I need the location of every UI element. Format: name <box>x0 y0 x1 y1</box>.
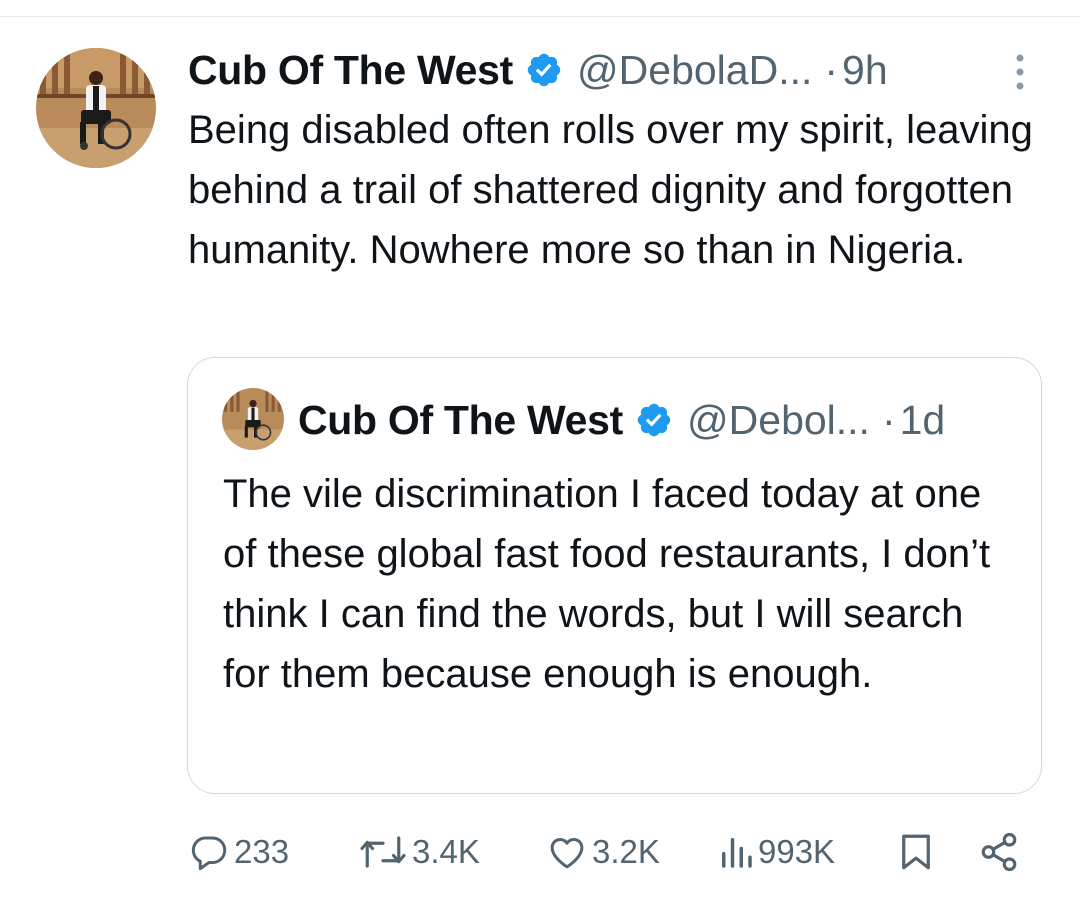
tweet[interactable]: Cub Of The West @DebolaD... · 9h Being d… <box>0 0 1080 900</box>
reply-icon <box>191 836 227 871</box>
like-button[interactable]: 3.2K <box>546 822 660 882</box>
repost-icon <box>360 836 406 868</box>
action-bar: 233 3.4K 3.2K 993K <box>188 822 1038 882</box>
like-icon <box>550 838 584 869</box>
quoted-tweet[interactable]: Cub Of The West @Debol... · 1d The vile … <box>187 357 1042 794</box>
repost-button[interactable]: 3.4K <box>358 822 480 882</box>
verified-badge-icon <box>637 403 671 437</box>
separator-dot: · <box>881 396 896 443</box>
quoted-tweet-time: 1d <box>899 396 946 443</box>
more-vertical-icon[interactable] <box>1010 52 1030 92</box>
tweet-time[interactable]: 9h <box>842 47 888 94</box>
quoted-author-name: Cub Of The West <box>298 396 624 443</box>
share-icon <box>981 832 1017 872</box>
author-name[interactable]: Cub Of The West <box>188 47 513 94</box>
share-button[interactable] <box>978 822 1020 882</box>
views-button[interactable]: 993K <box>718 822 835 882</box>
tweet-header: Cub Of The West @DebolaD... · 9h <box>188 42 1020 98</box>
quoted-tweet-header: Cub Of The West @Debol... · 1d <box>298 390 1011 450</box>
reply-button[interactable]: 233 <box>188 822 289 882</box>
reply-count: 233 <box>234 833 290 870</box>
quoted-author-avatar <box>222 388 284 450</box>
like-count: 3.2K <box>592 833 660 870</box>
author-handle[interactable]: @DebolaD... <box>577 47 812 94</box>
separator-dot: · <box>824 46 839 93</box>
quoted-author-handle: @Debol... <box>687 396 870 443</box>
bookmark-icon <box>902 834 930 870</box>
verified-badge-icon <box>527 53 561 87</box>
tweet-text: Being disabled often rolls over my spiri… <box>188 108 1033 272</box>
bookmark-button[interactable] <box>898 822 934 882</box>
views-count: 993K <box>758 833 836 870</box>
repost-count: 3.4K <box>412 833 480 870</box>
author-avatar[interactable] <box>36 48 156 168</box>
views-icon <box>722 838 752 868</box>
quoted-tweet-text: The vile discrimination I faced today at… <box>223 472 991 696</box>
